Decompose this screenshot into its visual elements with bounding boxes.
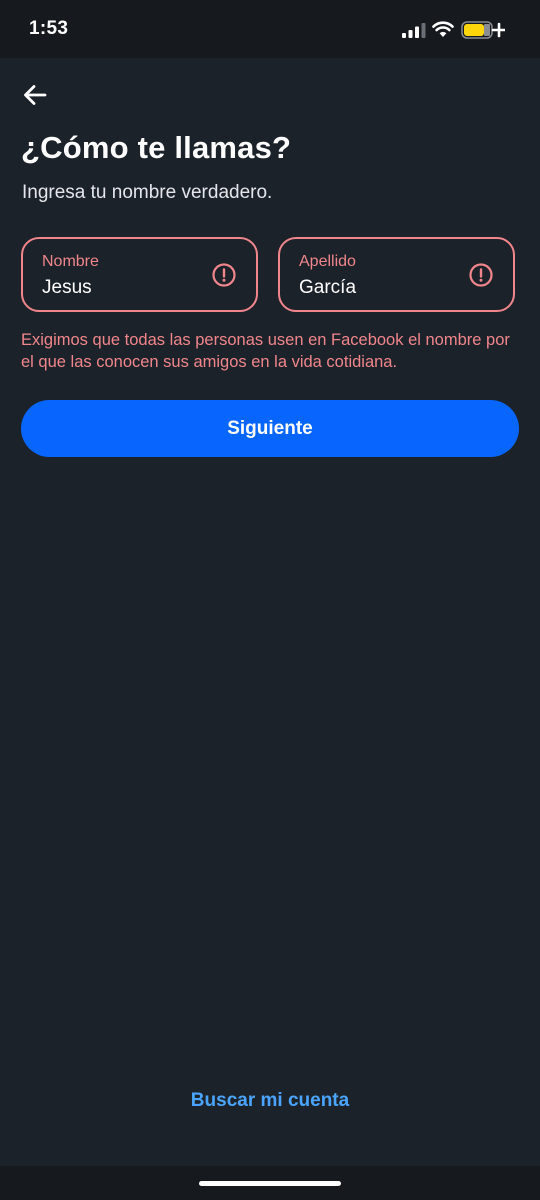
home-indicator[interactable] [199, 1181, 341, 1186]
cellular-signal-icon [402, 23, 426, 38]
page-title: ¿Cómo te llamas? [21, 130, 292, 165]
find-account-link[interactable]: Buscar mi cuenta [0, 1090, 540, 1112]
name-error-message: Exigimos que todas las personas usen en … [21, 331, 510, 371]
wifi-icon [432, 21, 454, 37]
error-circle-icon [212, 263, 236, 287]
back-arrow-icon[interactable] [18, 78, 52, 112]
last-name-value[interactable]: García [299, 277, 356, 299]
next-button[interactable]: Siguiente [21, 400, 519, 457]
bottom-bar [0, 1166, 540, 1200]
page-subtitle: Ingresa tu nombre verdadero. [22, 182, 273, 203]
status-bar: 1:53 [0, 0, 540, 58]
first-name-field[interactable]: Nombre Jesus [21, 237, 258, 312]
error-circle-icon [469, 263, 493, 287]
status-time: 1:53 [29, 18, 69, 39]
first-name-value[interactable]: Jesus [42, 277, 92, 299]
last-name-field[interactable]: Apellido García [278, 237, 515, 312]
first-name-label: Nombre [42, 253, 99, 270]
last-name-label: Apellido [299, 253, 356, 270]
battery-charging-icon [461, 21, 505, 39]
